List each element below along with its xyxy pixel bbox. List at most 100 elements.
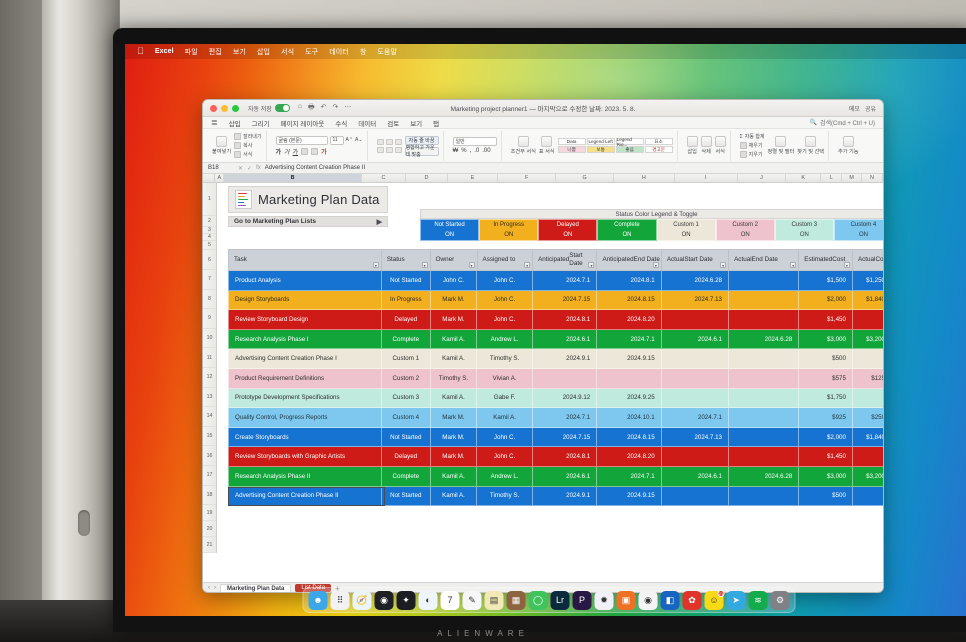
cell-status[interactable]: Custom 4 [381, 408, 431, 428]
dock-icon-cleaner[interactable]: ✿ [682, 590, 702, 610]
cell-act[interactable]: $1,840 [852, 291, 883, 311]
fill-color-icon[interactable] [311, 147, 319, 155]
sheet-tab-marketing-plan-data[interactable]: Marketing Plan Data [220, 583, 292, 592]
dock-icon-spotify[interactable]: ≋ [748, 590, 768, 610]
cell-act_start[interactable] [661, 368, 729, 389]
cell-task[interactable]: Product Requirement Definitions [229, 368, 382, 389]
dock-icon-notes[interactable]: ✎ [462, 590, 482, 610]
cell-a_end[interactable]: 2024.9.15 [597, 486, 662, 507]
row-header-10[interactable]: 10 [203, 329, 216, 349]
filter-dropdown-icon[interactable]: ▾ [524, 262, 531, 268]
cell-act[interactable]: $3,200 [852, 330, 883, 350]
addins-button[interactable]: 추가 기능 [838, 136, 859, 155]
cell-task[interactable]: Prototype Development Specifications [229, 388, 382, 409]
dock-icon-launchpad[interactable]: ⠿ [330, 590, 350, 610]
cell-assigned[interactable]: Timothy S. [477, 486, 533, 507]
align-center-icon[interactable] [385, 146, 393, 153]
cell-act_start[interactable] [661, 310, 729, 330]
macos-dock[interactable]: ☻ ⠿ 🧭 ◉ ✦ ◐ 7 ✎ ▤ ▦ ◯ Lr P ✹ ▣ ◉ ◧ ✿ ☺ 21 ➤ ≋ ⚙ [302, 587, 796, 613]
window-controls[interactable] [210, 104, 239, 112]
style-legend-right[interactable]: Legend Rig... [615, 137, 644, 147]
bold-icon[interactable]: 가 [276, 147, 282, 156]
dock-icon-firefox[interactable]: ◉ [374, 590, 394, 610]
cell-act[interactable] [852, 389, 883, 409]
vertical-align-row[interactable] [376, 138, 402, 145]
cell-a_start[interactable]: 2024.9.1 [532, 349, 598, 369]
align-left-icon[interactable] [376, 146, 384, 153]
column-header-b[interactable]: B [224, 174, 362, 182]
cell-a_end[interactable]: 2024.9.15 [597, 349, 662, 369]
tab-data[interactable]: 데이터 [358, 118, 376, 128]
font-color-icon[interactable]: 가 [321, 147, 327, 156]
cell-owner[interactable]: Kamil A. [430, 388, 478, 409]
editing-mini-buttons[interactable]: Σ 자동 합계 채우기 지우기 [739, 133, 765, 158]
tab-view[interactable]: 보기 [410, 118, 422, 128]
cell-est[interactable]: $500 [799, 349, 853, 369]
cell-status[interactable]: Not Started [381, 271, 431, 291]
comma-icon[interactable]: , [470, 148, 472, 154]
row-header-19[interactable]: 19 [203, 505, 216, 522]
row-header-2[interactable]: 2 [203, 216, 216, 227]
menubar-item-view[interactable]: 보기 [233, 47, 246, 57]
table-row[interactable]: Review Storyboards with Graphic Artists D… [228, 447, 883, 467]
cell-act[interactable] [852, 487, 883, 507]
font-row[interactable]: 굴림 (본문) 11 A⌃ A⌄ [275, 135, 363, 145]
table-format-button[interactable]: 표 서식 [539, 136, 555, 155]
underline-icon[interactable]: 가 [293, 147, 299, 156]
dock-icon-acrobat[interactable]: ▣ [616, 590, 636, 610]
align-right-icon[interactable] [394, 146, 402, 153]
cell-task[interactable]: Review Storyboard Design [229, 310, 382, 330]
filter-dropdown-icon[interactable]: ▾ [372, 262, 379, 268]
font-name-input[interactable]: 굴림 (본문) [275, 135, 328, 145]
decrease-font-icon[interactable]: A⌄ [355, 137, 363, 143]
dock-icon-finder[interactable]: ☻ [308, 590, 328, 610]
cancel-edit-icon[interactable]: ✕ [238, 165, 243, 172]
cell-act[interactable]: $125 [852, 369, 883, 389]
cell-a_end[interactable]: 2024.8.1 [597, 271, 662, 291]
cell-act[interactable] [852, 349, 883, 369]
filter-dropdown-icon[interactable]: ▾ [790, 262, 797, 268]
next-sheet-icon[interactable]: › [214, 585, 216, 591]
more-icon[interactable]: ⋯ [344, 103, 351, 114]
cell-owner[interactable]: Mark M. [430, 290, 478, 311]
style-element[interactable]: 요소 [644, 138, 673, 145]
menubar-item-data[interactable]: 데이터 [329, 47, 349, 57]
confirm-edit-icon[interactable]: ✓ [247, 165, 252, 172]
font-style-row[interactable]: 가 가 가 가 [276, 147, 363, 156]
cell-assigned[interactable]: Andrew L. [477, 466, 533, 487]
align-middle-icon[interactable] [385, 138, 393, 145]
home-house-icon[interactable]: ⌂ [298, 103, 302, 114]
cell-status[interactable]: In Progress [381, 290, 431, 311]
row-header-1[interactable]: 1 [203, 183, 216, 216]
percent-icon[interactable]: % [461, 148, 466, 154]
dock-icon-twitter[interactable]: ✦ [396, 590, 416, 610]
cell-status[interactable]: Complete [381, 466, 431, 487]
cell-act_start[interactable] [661, 447, 729, 467]
cell-task[interactable]: Research Analysis Phase II [229, 466, 382, 487]
cell-act_start[interactable]: 2024.6.1 [661, 466, 729, 487]
close-icon[interactable] [210, 104, 217, 112]
cell-owner[interactable]: John C. [430, 271, 478, 291]
cell-assigned[interactable]: John C. [477, 290, 533, 311]
style-bad[interactable]: 나쁨 [557, 146, 586, 153]
row-header-9[interactable]: 9 [203, 309, 216, 329]
column-header-m[interactable]: M [842, 174, 862, 182]
cell-a_start[interactable]: 2024.6.1 [532, 466, 598, 487]
cell-est[interactable]: $925 [799, 408, 853, 428]
italic-icon[interactable]: 가 [284, 147, 290, 156]
legend-cell-complete[interactable]: Complete ON [597, 219, 657, 241]
column-header-c[interactable]: C [362, 174, 406, 182]
filter-dropdown-icon[interactable]: ▾ [720, 262, 727, 268]
name-box[interactable]: B18 [208, 165, 234, 171]
column-header-l[interactable]: L [821, 174, 843, 182]
cell-owner[interactable]: Mark M. [430, 447, 478, 467]
filter-dropdown-icon[interactable]: ▾ [652, 262, 659, 268]
prev-sheet-icon[interactable]: ‹ [208, 585, 210, 591]
row-header-15[interactable]: 15 [203, 427, 216, 447]
number-format-controls[interactable]: 일반 ₩ % , .0 .00 [452, 137, 497, 154]
cell-est[interactable]: $1,500 [799, 271, 853, 291]
legend-cell-delayed[interactable]: Delayed ON [538, 219, 598, 241]
cell-act_end[interactable]: 2024.6.28 [728, 466, 800, 487]
autosave-toggle[interactable]: 자동 저장 [248, 104, 290, 113]
row-header-11[interactable]: 11 [203, 348, 216, 368]
